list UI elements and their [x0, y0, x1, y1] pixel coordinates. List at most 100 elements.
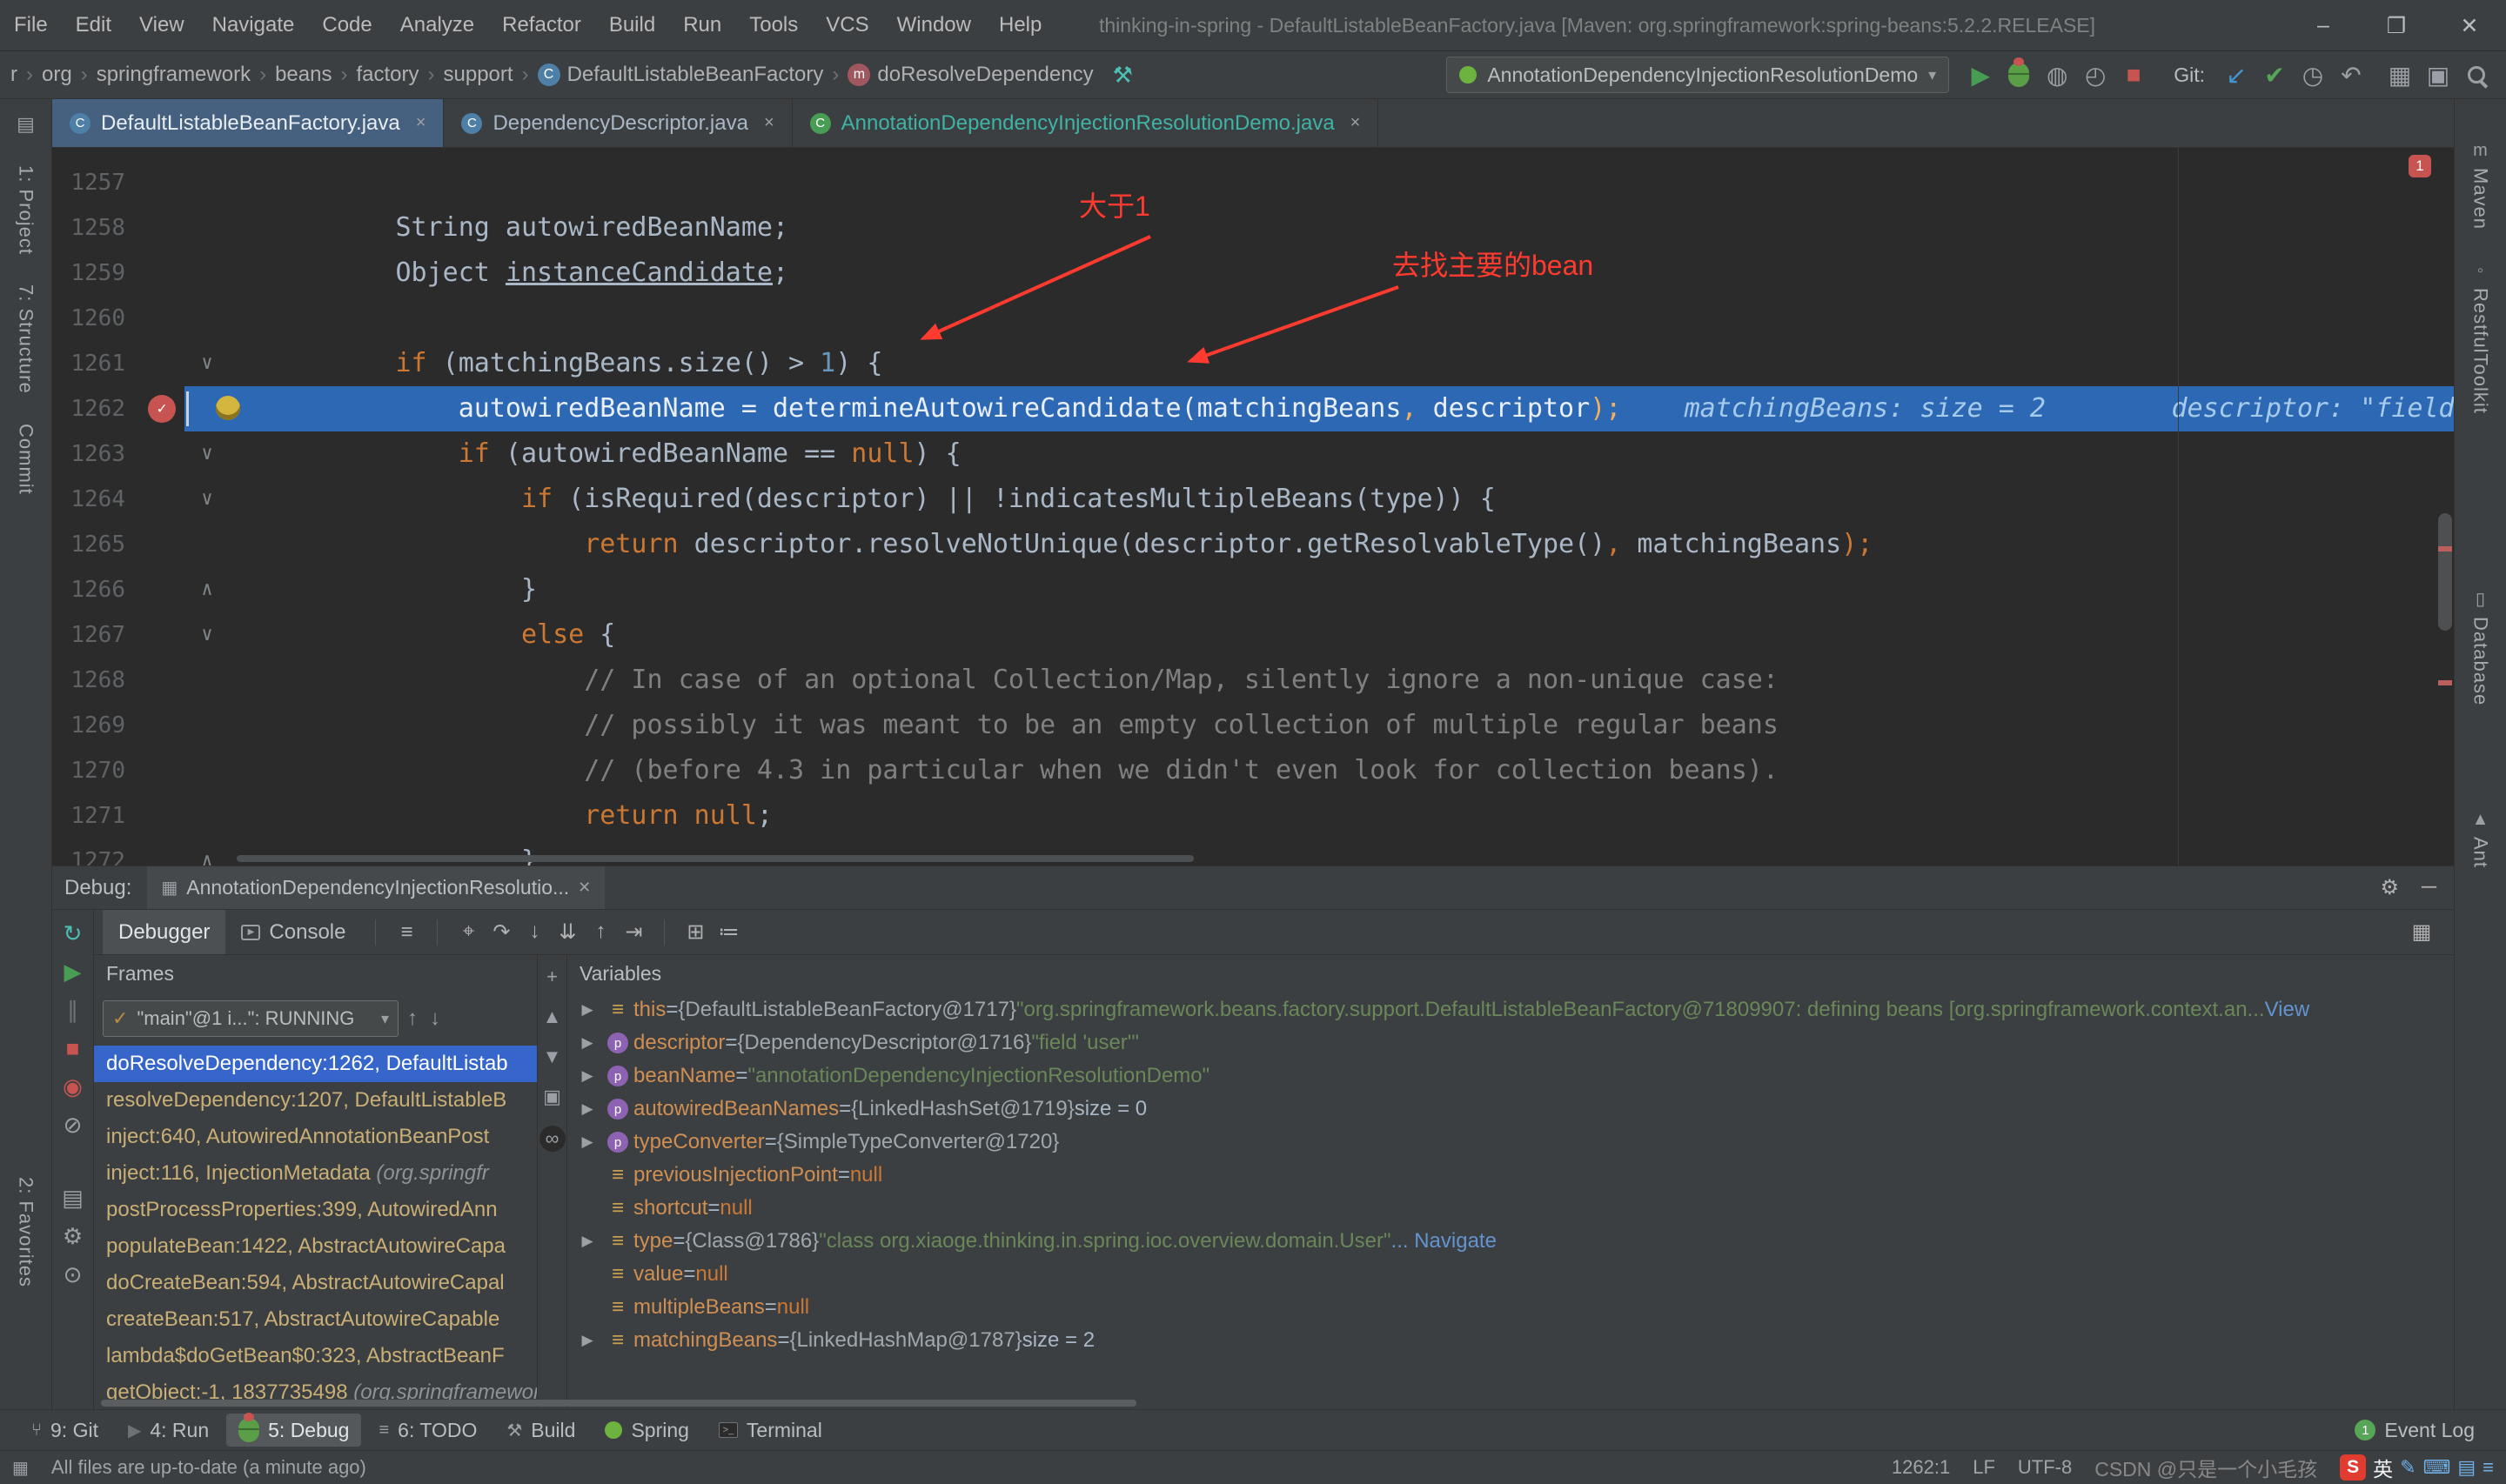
tab-console[interactable]: ▶ Console [225, 910, 361, 954]
tool-stripe-maven[interactable]: m Maven [2469, 141, 2492, 230]
expand-arrow-icon[interactable]: ▶ [573, 1067, 602, 1085]
breadcrumb-item-org[interactable]: org [38, 61, 76, 89]
menu-item-refactor[interactable]: Refactor [488, 0, 595, 50]
code-text[interactable]: // (before 4.3 in particular when we did… [230, 748, 1779, 793]
menu-item-analyze[interactable]: Analyze [386, 0, 488, 50]
tool-stripe-commit[interactable]: Commit [15, 424, 37, 495]
variable-row-matchingbeans[interactable]: ▶ ≡ matchingBeans = {LinkedHashMap@1787} s… [567, 1324, 2454, 1357]
step-into-icon[interactable]: ↓ [518, 919, 551, 945]
tool-stripe-restfultoolkit[interactable]: ◦ RestfulToolkit [2469, 261, 2492, 414]
debugger-settings-button[interactable]: ⚙ [63, 1225, 83, 1247]
line-number[interactable]: 1267 [52, 612, 139, 658]
window-minimize-button[interactable]: – [2287, 0, 2360, 51]
pin-button[interactable]: ⊙ [64, 1263, 83, 1286]
editor-horizontal-scrollbar[interactable] [237, 855, 1194, 862]
close-icon[interactable]: × [1350, 113, 1361, 133]
fold-marker[interactable]: ∧ [184, 839, 230, 866]
code-text[interactable]: } [230, 567, 537, 612]
stack-frame-row[interactable]: populateBean:1422, AbstractAutowireCapa [94, 1228, 537, 1265]
tool-stripe-2-favorites[interactable]: 2: Favorites [15, 1177, 37, 1287]
toolwindow-button-5-debug[interactable]: 5: Debug [226, 1413, 362, 1447]
line-number[interactable]: 1262 [52, 386, 139, 431]
thread-dump-button[interactable]: ▤ [62, 1187, 84, 1209]
rerun-button[interactable]: ↻ [64, 922, 83, 945]
toolwindow-button-spring[interactable]: Spring [593, 1414, 700, 1447]
line-number[interactable]: 1270 [52, 748, 139, 793]
force-step-into-icon[interactable]: ⇊ [551, 919, 584, 945]
line-number[interactable]: 1260 [52, 296, 139, 341]
run-configuration-select[interactable]: AnnotationDependencyInjectionResolutionD… [1446, 57, 1950, 93]
menu-item-tools[interactable]: Tools [735, 0, 812, 50]
variable-row-this[interactable]: ▶ ≡ this = {DefaultListableBeanFactory@171… [567, 993, 2454, 1026]
breakpoint-gutter[interactable] [139, 567, 184, 612]
hide-icon[interactable]: ─ [2422, 875, 2436, 900]
code-structure-button[interactable]: ▦ [2382, 57, 2417, 92]
breakpoint-gutter[interactable] [139, 839, 184, 866]
breadcrumb-item-support[interactable]: support [440, 61, 517, 89]
breakpoint-gutter[interactable] [139, 205, 184, 251]
menu-item-build[interactable]: Build [595, 0, 669, 50]
fold-marker[interactable]: ∨ [184, 612, 230, 658]
line-number[interactable]: 1268 [52, 658, 139, 703]
breakpoint-gutter[interactable] [139, 612, 184, 658]
menu-item-navigate[interactable]: Navigate [198, 0, 309, 50]
variable-row-value[interactable]: ≡ value = null [567, 1258, 2454, 1291]
tab-annotationdependencyinjectionresolutiondemo-java[interactable]: C AnnotationDependencyInjectionResolution… [793, 99, 1379, 147]
line-number[interactable]: 1257 [52, 160, 139, 205]
code-text[interactable] [230, 296, 270, 341]
expand-arrow-icon[interactable]: ▶ [573, 1332, 602, 1349]
run-button[interactable]: ▶ [1963, 57, 1998, 92]
line-number[interactable]: 1272 [52, 839, 139, 866]
history-button[interactable]: ◷ [2295, 57, 2330, 92]
view-breakpoints-button[interactable]: ◉ [63, 1075, 83, 1098]
menu-item-view[interactable]: View [125, 0, 198, 50]
line-number[interactable]: 1269 [52, 703, 139, 748]
menu-item-code[interactable]: Code [308, 0, 385, 50]
step-over-icon[interactable]: ↷ [485, 919, 518, 945]
update-project-button[interactable]: ↙ [2219, 57, 2254, 92]
breadcrumb-item-r[interactable]: r [7, 61, 21, 89]
copy-stack-icon[interactable]: ▣ [543, 1086, 561, 1108]
breakpoint-gutter[interactable] [139, 793, 184, 839]
code-text[interactable]: autowiredBeanName = determineAutowireCan… [230, 386, 2454, 431]
view-options-icon[interactable]: ≡ [390, 920, 423, 945]
breakpoint-gutter[interactable] [139, 341, 184, 386]
line-number[interactable]: 1261 [52, 341, 139, 386]
caret-position-widget[interactable]: 1262:1 [1892, 1456, 1950, 1479]
toolwindow-button-event-log[interactable]: 1 Event Log [2342, 1414, 2487, 1447]
line-number[interactable]: 1258 [52, 205, 139, 251]
rollback-button[interactable]: ↶ [2334, 57, 2369, 92]
stack-frame-row[interactable]: doResolveDependency:1262, DefaultListab [94, 1046, 537, 1082]
stack-frame-row[interactable]: postProcessProperties:399, AutowiredAnn [94, 1192, 537, 1228]
window-maximize-button[interactable]: ❐ [2360, 0, 2433, 51]
variable-row-descriptor[interactable]: ▶ p descriptor = {DependencyDescriptor@171… [567, 1026, 2454, 1060]
breakpoint-gutter[interactable] [139, 748, 184, 793]
toolwindow-button-terminal[interactable]: >_ Terminal [707, 1414, 834, 1447]
more-icon[interactable]: ≡ [2483, 1456, 2494, 1479]
stack-frame-row[interactable]: lambda$doGetBean$0:323, AbstractBeanF [94, 1338, 537, 1374]
line-number[interactable]: 1259 [52, 251, 139, 296]
settings-sliders-icon[interactable]: ≔ [712, 919, 745, 945]
code-text[interactable]: if (isRequired(descriptor) || !indicates… [230, 477, 1496, 522]
code-text[interactable]: String autowiredBeanName; [230, 205, 788, 251]
tool-stripe-1-project[interactable]: 1: Project [15, 165, 37, 255]
expand-arrow-icon[interactable]: ▶ [573, 1034, 602, 1052]
variable-row-autowiredbeannames[interactable]: ▶ p autowiredBeanNames = {LinkedHashSet@17… [567, 1093, 2454, 1126]
code-text[interactable]: return descriptor.resolveNotUnique(descr… [230, 522, 1873, 567]
line-number[interactable]: 1263 [52, 431, 139, 477]
scroll-up-icon[interactable]: ▲ [543, 1006, 562, 1028]
variable-row-beanname[interactable]: ▶ p beanName = "annotationDependencyInject… [567, 1060, 2454, 1093]
error-stripe-mark[interactable] [2438, 546, 2452, 551]
coverage-button[interactable]: ◍ [2040, 57, 2074, 92]
breadcrumb-item-doresolvedependency[interactable]: m doResolveDependency [844, 61, 1096, 89]
encoding-widget[interactable]: UTF-8 [2018, 1456, 2072, 1479]
tool-stripe-ant[interactable]: ▲ Ant [2469, 810, 2492, 868]
fold-marker[interactable]: ∨ [184, 431, 230, 477]
line-number[interactable]: 1264 [52, 477, 139, 522]
tool-stripe-7-structure[interactable]: 7: Structure [15, 284, 37, 394]
scroll-down-icon[interactable]: ▼ [543, 1046, 562, 1068]
toolwindow-button-6-todo[interactable]: ≡ 6: TODO [366, 1414, 489, 1447]
stop-button[interactable]: ■ [66, 1037, 80, 1060]
tool-window-switcher-icon[interactable]: ▦ [12, 1457, 29, 1479]
step-out-icon[interactable]: ↑ [584, 919, 617, 945]
